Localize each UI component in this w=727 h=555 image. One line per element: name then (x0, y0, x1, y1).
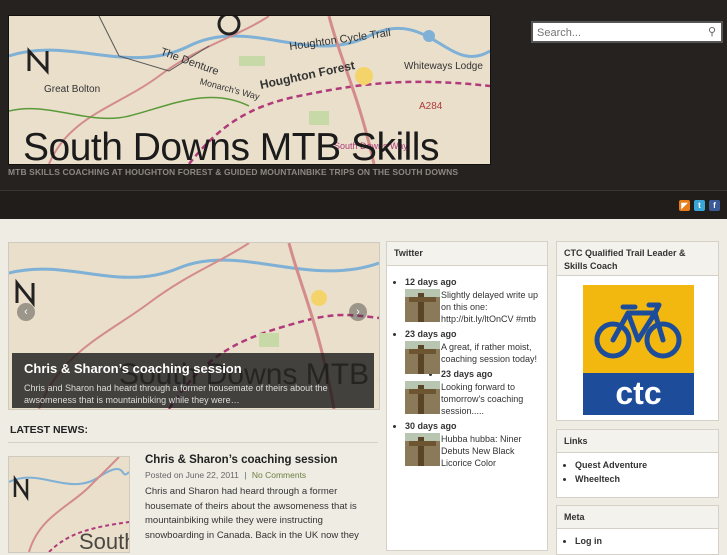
main-content: South Downs MTB Skills ‹ › Chris & Sharo… (0, 219, 727, 555)
nav-bar: ◤ t f (0, 190, 727, 219)
meta-list: Log in (565, 536, 602, 550)
search-input[interactable] (533, 24, 702, 42)
post-meta: Posted on June 22, 2011 | No Comments (145, 470, 306, 480)
tweet-avatar[interactable] (405, 381, 440, 414)
links-widget: Links Quest Adventure Wheeltech (556, 429, 719, 498)
header-banner[interactable]: Houghton Forest The Denture Houghton Cyc… (8, 15, 491, 165)
widget-title: Twitter (387, 242, 547, 266)
search-icon[interactable]: ⚲ (708, 25, 716, 38)
map-label: Great Bolton (44, 84, 101, 95)
map-label: Whiteways Lodge (404, 61, 483, 72)
rss-icon[interactable]: ◤ (679, 200, 690, 211)
tweet-item: 23 days ago A great, if rather moist, co… (405, 329, 545, 374)
search-box: ⚲ (531, 21, 723, 43)
link-item[interactable]: Quest Adventure (575, 460, 647, 470)
post-comments-link[interactable]: No Comments (252, 470, 306, 480)
tweet-item: 12 days ago Slightly delayed write up on… (405, 277, 545, 325)
divider (8, 442, 378, 443)
links-list: Quest Adventure Wheeltech (565, 460, 647, 488)
site-title[interactable]: South Downs MTB Skills (23, 126, 439, 164)
widget-title: Meta (557, 506, 718, 529)
meta-separator: | (244, 470, 247, 480)
tweet-date[interactable]: 30 days ago (405, 421, 545, 431)
ctc-widget: CTC Qualified Trail Leader & Skills Coac… (556, 241, 719, 421)
widget-title: Links (557, 430, 718, 453)
slider-text: Chris and Sharon had heard through a for… (24, 383, 328, 405)
ctc-logo-text: ctc (583, 373, 694, 415)
tweet-list: 12 days ago Slightly delayed write up on… (395, 277, 545, 473)
post-title[interactable]: Chris & Sharon’s coaching session (145, 454, 338, 466)
facebook-icon[interactable]: f (709, 200, 720, 211)
latest-news-heading: LATEST NEWS: (10, 424, 88, 436)
tweet-item: 30 days ago Hubba hubba: Niner Debuts Ne… (405, 421, 545, 469)
tweet-text: Looking forward to tomorrow's coaching s… (441, 382, 524, 416)
meta-widget: Meta Log in (556, 505, 719, 555)
featured-slider[interactable]: South Downs MTB Skills ‹ › Chris & Sharo… (8, 242, 380, 410)
site-tagline: MTB SKILLS COACHING AT HOUGHTON FOREST &… (8, 167, 459, 177)
tweet-item: 23 days ago Looking forward to tomorrow'… (405, 369, 545, 417)
post-thumbnail-label: South Downs MTB Skills (79, 529, 129, 553)
tweet-date[interactable]: 12 days ago (405, 277, 545, 287)
twitter-widget: Twitter 12 days ago Slightly delayed wri… (386, 241, 548, 551)
tweet-text: A great, if rather moist, coaching sessi… (441, 342, 538, 364)
twitter-icon[interactable]: t (694, 200, 705, 211)
tweet-avatar[interactable] (405, 433, 440, 466)
tweet-text: Slightly delayed write up on this one: h… (441, 290, 539, 324)
site-header: Houghton Forest The Denture Houghton Cyc… (0, 0, 727, 190)
link-item[interactable]: Wheeltech (575, 474, 647, 484)
slider-prev-button[interactable]: ‹ (17, 303, 35, 321)
tweet-date[interactable]: 23 days ago (405, 329, 545, 339)
tweet-text: Hubba hubba: Niner Debuts New Black Lico… (441, 434, 522, 468)
ctc-logo[interactable]: ctc (583, 285, 694, 415)
slider-caption: Chris & Sharon’s coaching session Chris … (12, 353, 374, 408)
tweet-avatar[interactable] (405, 341, 440, 374)
post-excerpt: Chris and Sharon had heard through a for… (145, 486, 359, 541)
post-date: Posted on June 22, 2011 (145, 470, 239, 480)
widget-title: CTC Qualified Trail Leader & Skills Coac… (557, 242, 718, 276)
map-label: A284 (419, 101, 443, 112)
tweet-avatar[interactable] (405, 289, 440, 322)
slider-title[interactable]: Chris & Sharon’s coaching session (24, 361, 242, 376)
post-thumbnail[interactable]: South Downs MTB Skills (8, 456, 130, 553)
slider-next-button[interactable]: › (349, 303, 367, 321)
